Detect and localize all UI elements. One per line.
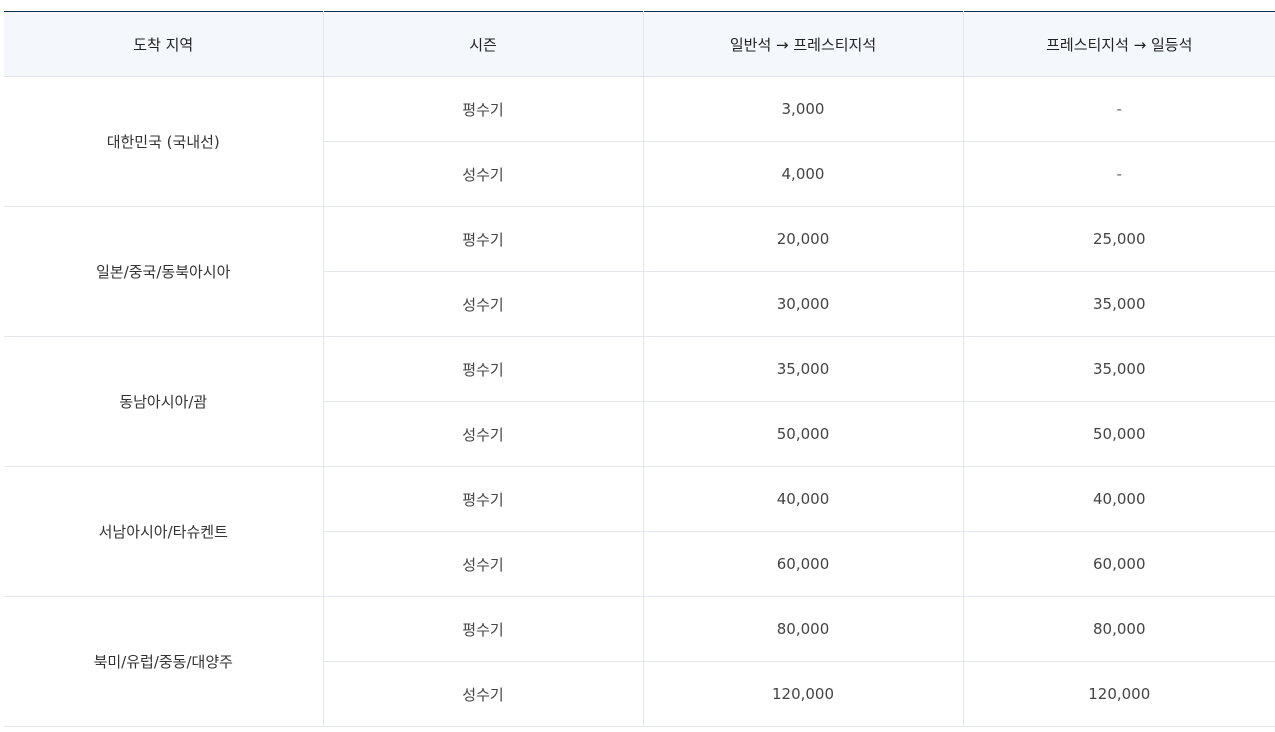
table-row: 대한민국 (국내선) 평수기 3,000 - — [4, 76, 1275, 207]
prestige-to-first-cell: 50,000 — [962, 401, 1275, 467]
region-cell: 대한민국 (국내선) — [4, 76, 323, 207]
prestige-to-first-cell: 40,000 — [962, 466, 1275, 532]
prestige-to-first-cell: - — [962, 76, 1275, 142]
table-body: 대한민국 (국내선) 평수기 3,000 - 성수기 4,000 - 일본/중국… — [4, 76, 1275, 727]
region-cell: 북미/유럽/중동/대양주 — [4, 596, 323, 727]
economy-to-prestige-cell: 60,000 — [642, 531, 963, 597]
table-row: 북미/유럽/중동/대양주 평수기 80,000 80,000 — [4, 596, 1275, 727]
region-cell: 동남아시아/괌 — [4, 336, 323, 467]
table-header: 도착 지역 시즌 일반석 → 프레스티지석 프레스티지석 → 일등석 — [4, 11, 1275, 77]
season-cell: 성수기 — [322, 401, 643, 467]
header-economy-to-prestige: 일반석 → 프레스티지석 — [642, 11, 963, 77]
prestige-to-first-cell: 35,000 — [962, 271, 1275, 337]
region-cell: 서남아시아/타슈켄트 — [4, 466, 323, 597]
region-cell: 일본/중국/동북아시아 — [4, 206, 323, 337]
season-cell: 성수기 — [322, 141, 643, 207]
economy-to-prestige-cell: 50,000 — [642, 401, 963, 467]
prestige-to-first-cell: 120,000 — [962, 661, 1275, 727]
mileage-upgrade-table-container: 도착 지역 시즌 일반석 → 프레스티지석 프레스티지석 → 일등석 대한민국 … — [4, 11, 1275, 727]
season-cell: 평수기 — [322, 336, 643, 402]
season-cell: 평수기 — [322, 206, 643, 272]
economy-to-prestige-cell: 80,000 — [642, 596, 963, 662]
mileage-upgrade-table: 도착 지역 시즌 일반석 → 프레스티지석 프레스티지석 → 일등석 대한민국 … — [4, 11, 1275, 727]
prestige-to-first-cell: 80,000 — [962, 596, 1275, 662]
economy-to-prestige-cell: 120,000 — [642, 661, 963, 727]
season-cell: 평수기 — [322, 596, 643, 662]
season-cell: 성수기 — [322, 661, 643, 727]
economy-to-prestige-cell: 4,000 — [642, 141, 963, 207]
economy-to-prestige-cell: 20,000 — [642, 206, 963, 272]
header-prestige-to-first: 프레스티지석 → 일등석 — [962, 11, 1275, 77]
header-destination: 도착 지역 — [4, 11, 323, 77]
economy-to-prestige-cell: 40,000 — [642, 466, 963, 532]
season-cell: 평수기 — [322, 466, 643, 532]
season-cell: 성수기 — [322, 531, 643, 597]
prestige-to-first-cell: 35,000 — [962, 336, 1275, 402]
season-cell: 성수기 — [322, 271, 643, 337]
economy-to-prestige-cell: 30,000 — [642, 271, 963, 337]
season-cell: 평수기 — [322, 76, 643, 142]
prestige-to-first-cell: 60,000 — [962, 531, 1275, 597]
header-season: 시즌 — [322, 11, 643, 77]
prestige-to-first-cell: - — [962, 141, 1275, 207]
table-header-row: 도착 지역 시즌 일반석 → 프레스티지석 프레스티지석 → 일등석 — [4, 11, 1275, 77]
table-row: 일본/중국/동북아시아 평수기 20,000 25,000 — [4, 206, 1275, 337]
prestige-to-first-cell: 25,000 — [962, 206, 1275, 272]
table-row: 서남아시아/타슈켄트 평수기 40,000 40,000 — [4, 466, 1275, 597]
economy-to-prestige-cell: 35,000 — [642, 336, 963, 402]
table-row: 동남아시아/괌 평수기 35,000 35,000 — [4, 336, 1275, 467]
economy-to-prestige-cell: 3,000 — [642, 76, 963, 142]
